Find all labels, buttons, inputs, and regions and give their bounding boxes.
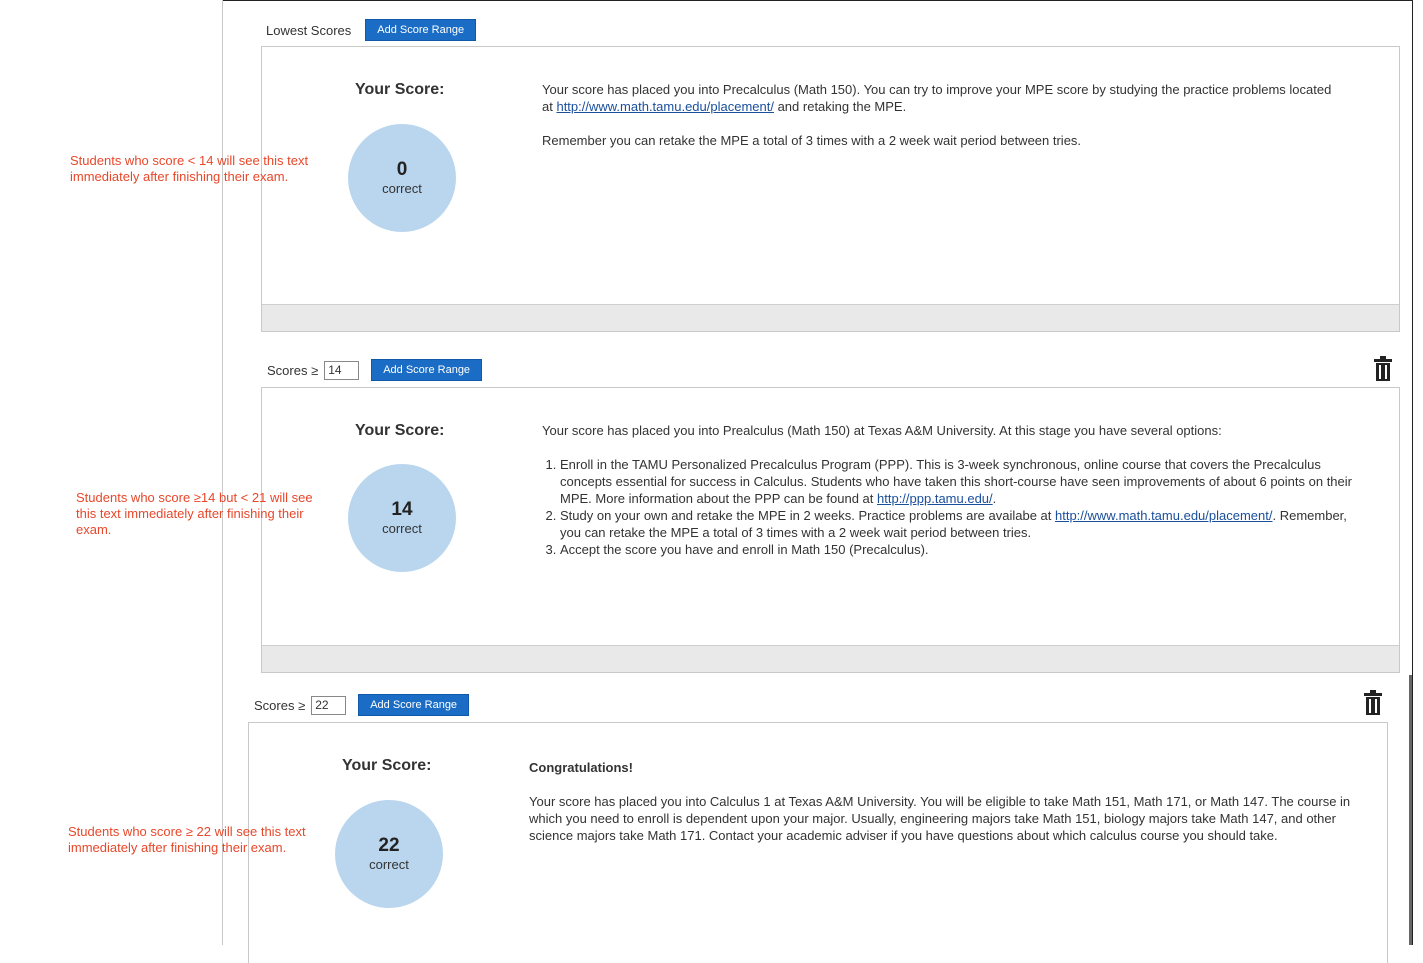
score-value: 22 [378,835,400,856]
score-card-22: Your Score: 22 correct Congratulations! … [248,722,1388,963]
your-score-label: Your Score: [355,422,445,439]
message-paragraph: Remember you can retake the MPE a total … [542,133,1082,148]
trash-icon[interactable] [1363,690,1383,716]
card-footer [262,304,1399,331]
result-message: Congratulations! Your score has placed y… [529,759,1369,844]
your-score-label: Your Score: [342,757,432,774]
score-unit: correct [369,857,409,872]
score-threshold-input[interactable] [311,695,347,715]
section-label: Lowest Scores [266,22,352,38]
list-item: Enroll in the TAMU Personalized Precalcu… [560,456,1362,507]
card-footer [262,645,1399,672]
section-header-22: Scores ≥ Add Score Range [254,694,470,716]
score-unit: correct [382,181,422,196]
trash-icon[interactable] [1373,356,1393,382]
section-header-14: Scores ≥ Add Score Range [267,359,483,381]
message-heading: Congratulations! [529,760,633,775]
message-paragraph: Your score has placed you into Precalcul… [542,81,1332,115]
annotation-note: Students who score < 14 will see this te… [70,153,309,184]
score-card-14: Your Score: 14 correct Your score has pl… [261,387,1400,673]
frame-left-border [222,0,223,945]
list-item: Accept the score you have and enroll in … [560,541,1362,558]
placement-link[interactable]: http://www.math.tamu.edu/placement/ [1055,508,1273,523]
annotation-note: Students who score ≥14 but < 21 will see… [76,490,313,537]
add-score-range-button[interactable]: Add Score Range [371,359,483,381]
score-threshold-input[interactable] [324,360,360,380]
section-header-lowest: Lowest Scores Add Score Range [266,19,477,41]
your-score-label: Your Score: [355,81,445,98]
result-message: Your score has placed you into Precalcul… [542,81,1332,149]
score-unit: correct [382,521,422,536]
result-message: Your score has placed you into Prealculu… [542,422,1362,558]
message-text: and retaking the MPE. [773,99,907,114]
placement-link[interactable]: http://www.math.tamu.edu/placement/ [556,99,774,114]
message-paragraph: Your score has placed you into Calculus … [529,794,1351,843]
score-circle: 14 correct [348,464,456,572]
score-value: 14 [391,499,413,520]
score-circle: 22 correct [335,800,443,908]
section-label: Scores ≥ [254,697,306,713]
score-circle: 0 correct [348,124,456,232]
frame-shadow [1409,675,1412,945]
frame-top-border [222,0,1413,1]
add-score-range-button[interactable]: Add Score Range [358,694,470,716]
frame-right-border [1412,0,1413,945]
message-intro: Your score has placed you into Prealculu… [542,423,1222,438]
list-item-text: Study on your own and retake the MPE in … [560,508,1055,523]
list-item-text: . [992,491,997,506]
ppp-link[interactable]: http://ppp.tamu.edu/ [877,491,993,506]
section-label: Scores ≥ [267,362,319,378]
list-item: Study on your own and retake the MPE in … [560,507,1362,541]
score-card-lowest: Your Score: 0 correct Your score has pla… [261,46,1400,332]
score-value: 0 [396,159,408,180]
annotation-note: Students who score ≥ 22 will see this te… [68,824,306,855]
add-score-range-button[interactable]: Add Score Range [365,19,477,41]
options-list: Enroll in the TAMU Personalized Precalcu… [542,456,1362,558]
